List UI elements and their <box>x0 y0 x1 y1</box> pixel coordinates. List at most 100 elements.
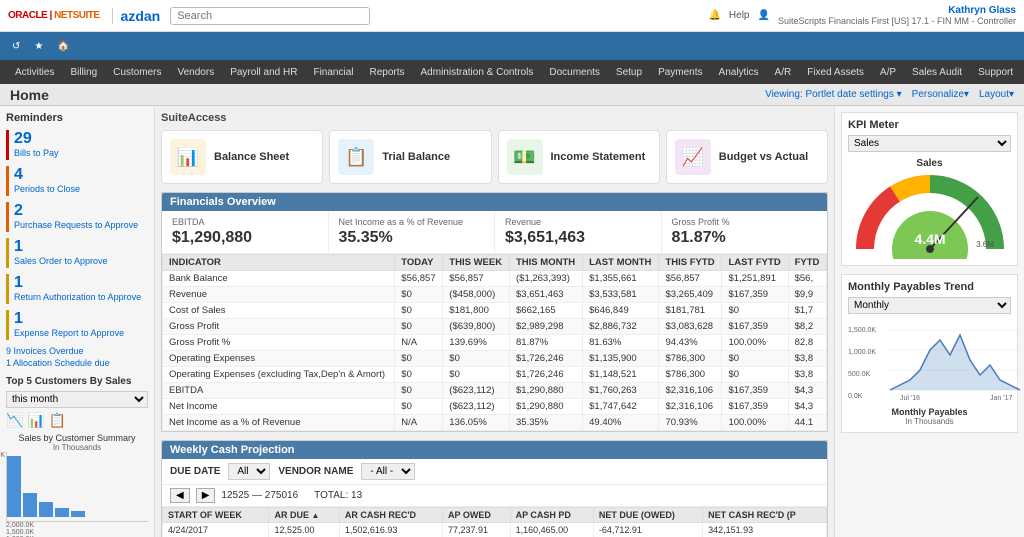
prev-button[interactable]: ◀ <box>170 488 190 503</box>
table-row: Net Income$0($623,112)$1,290,880$1,747,6… <box>163 399 827 415</box>
menu-activities[interactable]: Activities <box>8 64 61 81</box>
table-cell: Operating Expenses <box>163 351 395 367</box>
due-date-label: DUE DATE <box>170 466 220 477</box>
help-label[interactable]: Help <box>729 10 750 21</box>
cash-col-ar-cash: AR CASH REC'D <box>339 508 442 523</box>
y-label-2000: 2,000K <box>0 452 5 459</box>
table-cell: 12,525.00 <box>269 523 339 537</box>
cash-col-net-due: NET DUE (OWED) <box>593 508 702 523</box>
table-cell: $167,359 <box>722 319 788 335</box>
menu-admin[interactable]: Administration & Controls <box>414 64 541 81</box>
table-cell: $0 <box>395 287 443 303</box>
menu-documents[interactable]: Documents <box>542 64 607 81</box>
line-chart-icon[interactable]: 📉 <box>6 412 23 429</box>
menu-ap[interactable]: A/P <box>873 64 903 81</box>
menu-payroll[interactable]: Payroll and HR <box>223 64 304 81</box>
balance-sheet-label: Balance Sheet <box>214 150 289 164</box>
mp-title: Monthly Payables Trend <box>848 281 1011 293</box>
menu-billing[interactable]: Billing <box>63 64 104 81</box>
page-title: Home <box>10 87 49 103</box>
nav-row: ◀ ▶ 12525 — 275016 TOTAL: 13 <box>162 485 827 507</box>
menu-fixed-assets[interactable]: Fixed Assets <box>800 64 871 81</box>
reminder-purchase-label[interactable]: Purchase Requests to Approve <box>14 220 138 230</box>
table-cell: $3,083,628 <box>659 319 722 335</box>
reminder-expense-label[interactable]: Expense Report to Approve <box>14 328 124 338</box>
table-cell: 4/24/2017 <box>163 523 269 537</box>
suite-card-trial-balance[interactable]: 📋 Trial Balance <box>329 130 491 184</box>
reminder-periods-label[interactable]: Periods to Close <box>14 184 80 194</box>
menu-payments[interactable]: Payments <box>651 64 709 81</box>
bookmark-icon[interactable]: ★ <box>30 39 47 54</box>
menu-analytics[interactable]: Analytics <box>712 64 766 81</box>
refresh-icon[interactable]: ↺ <box>8 39 24 54</box>
menu-support[interactable]: Support <box>971 64 1020 81</box>
reminder-bills-label[interactable]: Bills to Pay <box>14 148 59 158</box>
search-input[interactable] <box>170 7 370 25</box>
kpi-gross-profit-pct: Gross Profit % 81.87% <box>662 211 828 253</box>
table-cell: ($639,800) <box>443 319 510 335</box>
table-row: Revenue$0($458,000)$3,651,463$3,533,581$… <box>163 287 827 303</box>
mp-chart-label: Monthly Payables <box>848 407 1011 417</box>
kpi-gross-profit-pct-label: Gross Profit % <box>672 217 818 227</box>
table-cell: $3,651,463 <box>510 287 583 303</box>
table-cell: $786,300 <box>659 367 722 383</box>
top5-dropdown[interactable]: this month <box>6 391 148 408</box>
menu-customers[interactable]: Customers <box>106 64 168 81</box>
suite-card-budget-vs-actual[interactable]: 📈 Budget vs Actual <box>666 130 828 184</box>
table-cell: Operating Expenses (excluding Tax,Dep'n … <box>163 367 395 383</box>
reminder-sales-label[interactable]: Sales Order to Approve <box>14 256 108 266</box>
bar-5 <box>71 511 85 517</box>
svg-text:3.6M: 3.6M <box>976 240 994 249</box>
mp-dropdown[interactable]: Monthly <box>848 297 1011 314</box>
reminder-bills: 29 Bills to Pay <box>6 130 148 160</box>
next-button[interactable]: ▶ <box>196 488 216 503</box>
invoices-overdue-link[interactable]: 9 Invoices Overdue <box>6 346 148 356</box>
bar-chart-icon[interactable]: 📊 <box>27 412 44 429</box>
col-this-month: THIS MONTH <box>510 255 583 271</box>
table-cell: 81.87% <box>510 335 583 351</box>
table-cell: ($1,263,393) <box>510 271 583 287</box>
user-sub: SuiteScripts Financials First [US] 17.1 … <box>778 16 1016 26</box>
reminder-periods-number: 4 <box>14 166 80 184</box>
table-cell: Net Income as a % of Revenue <box>163 415 395 431</box>
menu-setup[interactable]: Setup <box>609 64 649 81</box>
table-icon[interactable]: 📋 <box>49 412 66 429</box>
sales-chart: Sales by Customer Summary In Thousands 2… <box>6 433 148 537</box>
table-cell: $0 <box>722 367 788 383</box>
vendor-dropdown[interactable]: - All - <box>361 463 415 480</box>
reminder-return-label[interactable]: Return Authorization to Approve <box>14 292 141 302</box>
kpi-revenue: Revenue $3,651,463 <box>495 211 662 253</box>
cash-col-start-week: START OF WEEK <box>163 508 269 523</box>
table-cell: N/A <box>395 335 443 351</box>
due-date-dropdown[interactable]: All <box>228 463 270 480</box>
suite-access-header: SuiteAccess <box>161 112 828 124</box>
gauge-label: Sales <box>916 158 942 169</box>
menu-ar[interactable]: A/R <box>768 64 799 81</box>
kpi-dropdown[interactable]: Sales <box>848 135 1011 152</box>
viewing-settings[interactable]: Viewing: Portlet date settings ▾ <box>765 89 902 100</box>
home-icon[interactable]: 🏠 <box>53 39 73 54</box>
table-cell: Cost of Sales <box>163 303 395 319</box>
table-cell: 82.8 <box>788 335 826 351</box>
table-cell: $0 <box>395 351 443 367</box>
table-cell: $0 <box>443 351 510 367</box>
svg-text:Jan '17: Jan '17 <box>990 395 1012 400</box>
help-icon[interactable]: 🔔 <box>708 10 720 21</box>
weekly-cash-header: Weekly Cash Projection <box>162 441 827 459</box>
menu-vendors[interactable]: Vendors <box>171 64 222 81</box>
table-cell: $0 <box>395 303 443 319</box>
layout-button[interactable]: Layout▾ <box>979 89 1014 100</box>
table-cell: 94.43% <box>659 335 722 351</box>
allocation-schedule-link[interactable]: 1 Allocation Schedule due <box>6 358 148 368</box>
menu-financial[interactable]: Financial <box>306 64 360 81</box>
table-cell: $167,359 <box>722 287 788 303</box>
suite-card-income-statement[interactable]: 💵 Income Statement <box>498 130 660 184</box>
user-icon: 👤 <box>757 10 769 21</box>
search-bar[interactable] <box>170 7 370 25</box>
suite-card-balance-sheet[interactable]: 📊 Balance Sheet <box>161 130 323 184</box>
menu-sales-audit[interactable]: Sales Audit <box>905 64 969 81</box>
menu-reports[interactable]: Reports <box>363 64 412 81</box>
budget-vs-actual-label: Budget vs Actual <box>719 150 808 164</box>
personalize-button[interactable]: Personalize▾ <box>912 89 969 100</box>
table-cell: $8,2 <box>788 319 826 335</box>
